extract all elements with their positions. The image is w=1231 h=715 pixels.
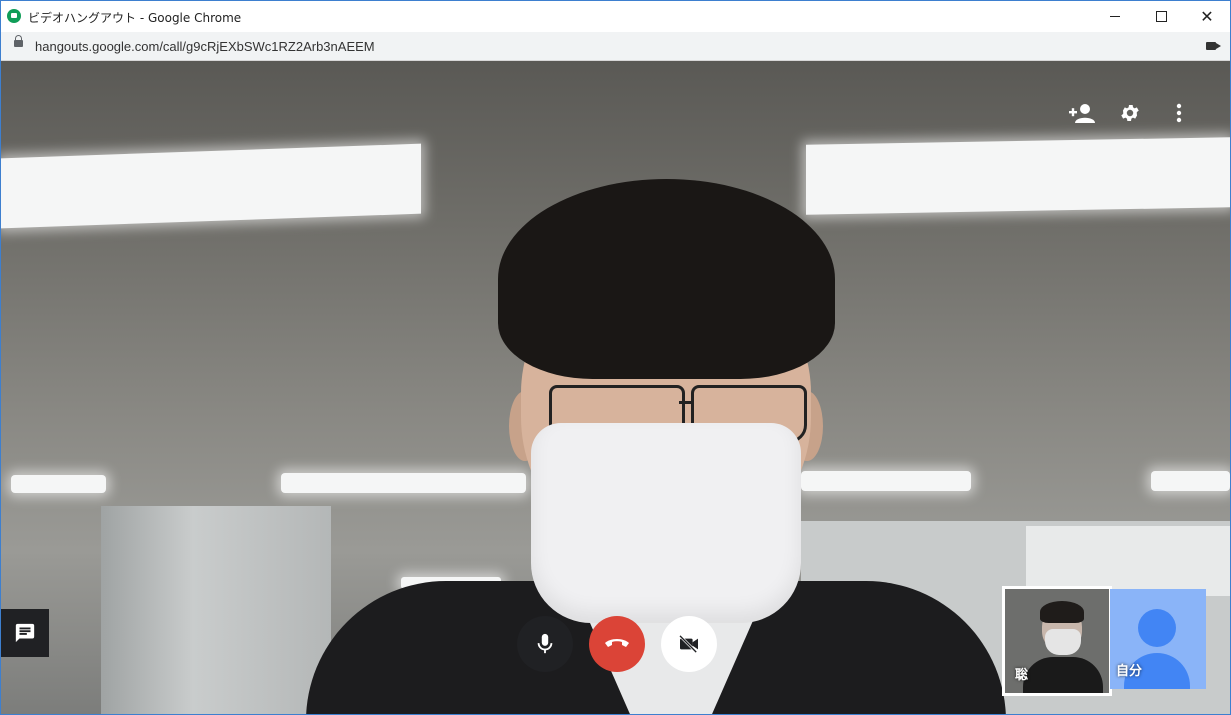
mic-icon — [537, 633, 553, 654]
ceiling-light — [806, 137, 1230, 215]
lock-icon[interactable] — [14, 35, 23, 47]
window-title: ビデオハングアウト - Google Chrome — [28, 11, 242, 25]
self-name: 自分 — [1116, 664, 1143, 679]
self-thumbnail[interactable]: 自分 — [1110, 589, 1206, 689]
chat-button[interactable] — [1, 609, 49, 657]
settings-icon — [1121, 105, 1139, 121]
more-options-button[interactable] — [1165, 99, 1193, 127]
add-person-button[interactable] — [1068, 99, 1096, 127]
avatar-icon — [1138, 609, 1176, 647]
hangup-button[interactable] — [589, 616, 645, 672]
hangouts-icon — [7, 9, 21, 23]
ceiling-light — [11, 475, 106, 493]
maximize-button[interactable] — [1138, 1, 1184, 32]
camera-toggle-button[interactable] — [661, 616, 717, 672]
address-bar: hangouts.google.com/call/g9cRjEXbSWc1RZ2… — [1, 32, 1230, 61]
ceiling-light — [801, 471, 971, 491]
ceiling-light — [1, 143, 421, 229]
ceiling-light — [281, 473, 526, 493]
thumbnail-person — [1040, 601, 1084, 623]
minimize-icon — [1110, 16, 1120, 17]
hangup-icon — [605, 639, 629, 647]
person-glasses-bridge — [679, 401, 693, 404]
url-text[interactable]: hangouts.google.com/call/g9cRjEXbSWc1RZ2… — [35, 39, 375, 54]
ceiling-light — [1151, 471, 1230, 491]
minimize-button[interactable] — [1092, 1, 1138, 32]
thumbnail-person — [1045, 629, 1081, 655]
participant-name: 聡 — [1015, 668, 1029, 683]
browser-window: ビデオハングアウト - Google Chrome ✕ hangouts.goo… — [0, 0, 1231, 715]
chat-icon — [15, 623, 35, 643]
close-icon: ✕ — [1200, 6, 1214, 26]
add-person-icon — [1069, 104, 1095, 123]
camera-in-use-icon[interactable] — [1206, 42, 1221, 50]
person-mask — [531, 423, 801, 623]
close-button[interactable]: ✕ — [1184, 1, 1230, 32]
camera-off-icon — [679, 635, 698, 653]
mic-button[interactable] — [517, 616, 573, 672]
settings-button[interactable] — [1116, 99, 1144, 127]
person-hair — [498, 179, 835, 379]
main-video-feed: 聡 自分 — [1, 61, 1230, 714]
participant-thumbnail[interactable]: 聡 — [1002, 586, 1112, 696]
more-vert-icon — [1176, 103, 1182, 123]
thumbnail-person — [1023, 657, 1103, 693]
maximize-icon — [1155, 11, 1167, 22]
title-bar: ビデオハングアウト - Google Chrome ✕ — [1, 1, 1230, 32]
office-cabinet — [101, 506, 331, 714]
